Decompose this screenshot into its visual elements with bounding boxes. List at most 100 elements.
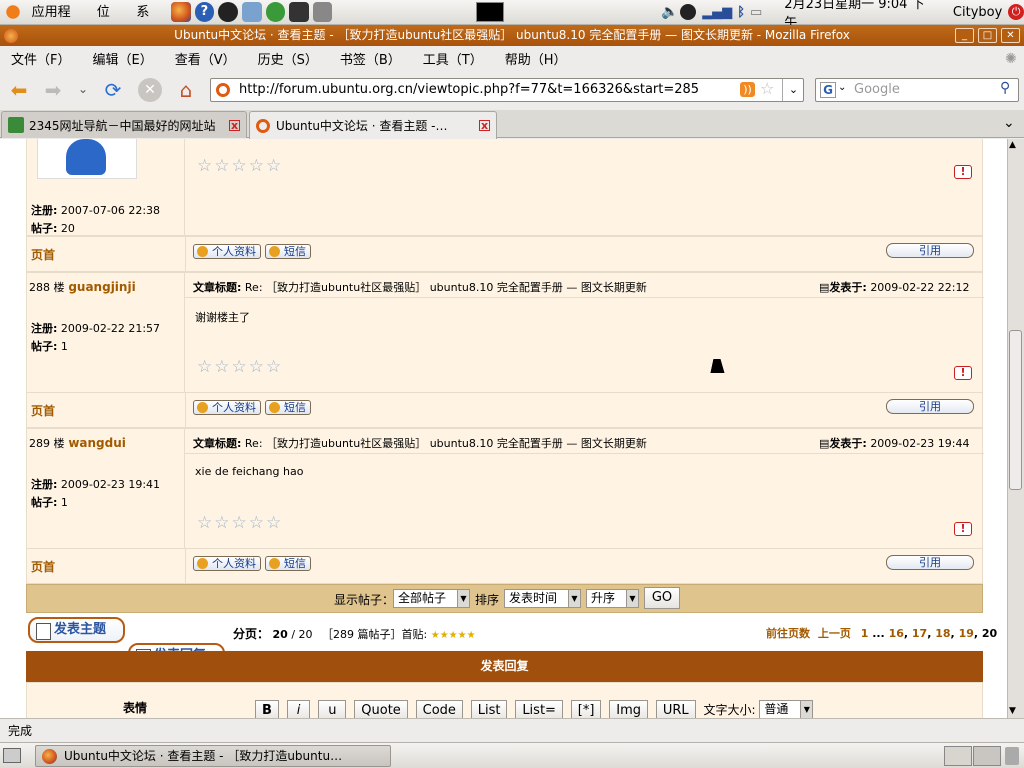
menu-applications[interactable]: 应用程序 xyxy=(25,0,90,45)
page-link-19[interactable]: 19 xyxy=(959,627,974,640)
menu-places[interactable]: 位置 xyxy=(90,0,130,45)
menu-tools[interactable]: 工具（T） xyxy=(412,49,494,68)
black-window-thumb[interactable] xyxy=(476,2,505,22)
browser-launcher-icon[interactable] xyxy=(265,2,286,22)
printer-icon[interactable]: ▭ xyxy=(750,5,762,20)
search-input[interactable]: Google xyxy=(854,82,900,97)
pm-button[interactable]: 短信 xyxy=(265,556,311,571)
workspace-switcher-blank[interactable] xyxy=(973,746,1001,766)
magnifier-icon[interactable]: ⚲ xyxy=(1000,80,1010,96)
menu-help[interactable]: 帮助（H） xyxy=(494,49,578,68)
tab-2345[interactable]: 2345网址导航－中国最好的网址站 x xyxy=(1,111,247,138)
new-topic-button[interactable]: 发表主题 xyxy=(28,617,125,643)
url-tag-button[interactable]: URL xyxy=(655,700,696,718)
maximize-button[interactable]: □ xyxy=(978,28,997,43)
scrollbar-thumb[interactable] xyxy=(1009,330,1022,490)
page-link-1[interactable]: 1 xyxy=(861,627,869,640)
avatar[interactable] xyxy=(37,139,137,179)
sort-select[interactable]: 发表时间 ▼ xyxy=(504,589,581,608)
code-tag-button[interactable]: Code xyxy=(415,700,463,718)
trash-icon[interactable] xyxy=(1005,747,1019,765)
font-size-select[interactable]: 普通 ▼ xyxy=(759,700,814,718)
menu-file[interactable]: 文件（F） xyxy=(0,49,81,68)
tab-close-icon[interactable]: x xyxy=(479,120,490,131)
volume-icon[interactable]: 🔈 xyxy=(661,4,678,20)
display-select[interactable]: 全部帖子 ▼ xyxy=(393,589,470,608)
bookmark-star-icon[interactable]: ☆ xyxy=(760,79,774,98)
firefox-launcher-icon[interactable] xyxy=(170,2,191,22)
history-dropdown-icon[interactable]: ⌄ xyxy=(78,82,88,96)
report-post-icon[interactable]: ! xyxy=(954,522,972,536)
top-link[interactable]: 页首 xyxy=(31,402,55,419)
order-select[interactable]: 升序 ▼ xyxy=(586,589,639,608)
window-menu-icon[interactable] xyxy=(4,29,18,43)
quote-tag-button[interactable]: Quote xyxy=(354,700,408,718)
underline-button[interactable]: u xyxy=(318,700,347,718)
quote-button[interactable]: 引用 xyxy=(886,243,974,258)
page-link-18[interactable]: 18 xyxy=(935,627,950,640)
scroll-up-arrow-icon[interactable]: ▲ xyxy=(1009,140,1016,150)
bold-button[interactable]: B xyxy=(255,700,279,718)
help-icon[interactable]: ? xyxy=(194,2,215,22)
taskbar-item-firefox[interactable]: Ubuntu中文论坛 · 查看主题 - ［致力打造ubuntu… xyxy=(35,745,391,767)
menu-view[interactable]: 查看（V） xyxy=(164,49,247,68)
network-signal-icon[interactable]: ▂▄▆ xyxy=(702,5,732,20)
ordered-list-tag-button[interactable]: List= xyxy=(515,700,563,718)
menu-edit[interactable]: 编辑（E） xyxy=(81,49,163,68)
reload-icon[interactable]: ⟳ xyxy=(98,75,128,105)
window-titlebar[interactable]: Ubuntu中文论坛 · 查看主题 - ［致力打造ubuntu社区最强贴］ ub… xyxy=(0,25,1024,46)
profile-button[interactable]: 个人资料 xyxy=(193,244,261,259)
report-post-icon[interactable]: ! xyxy=(954,165,972,179)
top-link[interactable]: 页首 xyxy=(31,558,55,575)
goto-page-label[interactable]: 前往页数 xyxy=(766,627,810,640)
close-window-button[interactable]: ✕ xyxy=(1001,28,1020,43)
search-engine-google-icon[interactable]: G xyxy=(820,82,836,98)
stop-icon[interactable]: ✕ xyxy=(138,78,162,102)
show-desktop-icon[interactable] xyxy=(3,748,21,763)
back-arrow-icon[interactable]: ⬅ xyxy=(4,75,34,105)
forward-arrow-icon[interactable]: ➡ xyxy=(38,75,68,105)
quote-button[interactable]: 引用 xyxy=(886,555,974,570)
search-box[interactable]: G ⌄ Google ⚲ xyxy=(815,78,1019,102)
list-tag-button[interactable]: List xyxy=(470,700,508,718)
page-link-16[interactable]: 16 xyxy=(889,627,904,640)
italic-button[interactable]: i xyxy=(286,700,311,718)
tab-close-icon[interactable]: x xyxy=(229,119,240,131)
home-icon[interactable]: ⌂ xyxy=(171,75,201,105)
top-link[interactable]: 页首 xyxy=(31,246,55,263)
scroll-down-arrow-icon[interactable]: ▼ xyxy=(1009,706,1016,716)
profile-button[interactable]: 个人资料 xyxy=(193,556,261,571)
report-post-icon[interactable]: ! xyxy=(954,366,972,380)
menu-system[interactable]: 系统 xyxy=(129,0,169,45)
username[interactable]: Cityboy xyxy=(953,5,1002,20)
qq-tray-icon[interactable] xyxy=(680,4,697,20)
url-dropdown-icon[interactable]: ⌄ xyxy=(782,79,804,101)
go-button[interactable]: GO xyxy=(644,587,680,609)
tab-list-icon[interactable]: ⌄ xyxy=(1003,115,1015,131)
messenger-icon[interactable] xyxy=(241,2,262,22)
menu-history[interactable]: 历史（S） xyxy=(247,49,329,68)
terminal-icon[interactable] xyxy=(289,2,309,22)
engine-dropdown-icon[interactable]: ⌄ xyxy=(838,82,846,93)
bluetooth-icon[interactable]: ᛒ xyxy=(737,5,745,20)
page-link-17[interactable]: 17 xyxy=(912,627,927,640)
qq-icon[interactable] xyxy=(218,2,238,22)
prev-page-link[interactable]: 上一页 xyxy=(818,627,851,640)
author-name[interactable]: wangdui xyxy=(68,436,126,450)
menu-bookmarks[interactable]: 书签（B） xyxy=(329,49,412,68)
quote-button[interactable]: 引用 xyxy=(886,399,974,414)
post-title[interactable]: Re: ［致力打造ubuntu社区最强贴］ ubuntu8.10 完全配置手册 … xyxy=(245,281,647,294)
url-text[interactable]: http://forum.ubuntu.org.cn/viewtopic.php… xyxy=(239,82,699,97)
url-bar[interactable]: http://forum.ubuntu.org.cn/viewtopic.php… xyxy=(210,78,804,102)
shutdown-icon[interactable]: ⏻ xyxy=(1008,4,1024,20)
tab-ubuntu-forum[interactable]: Ubuntu中文论坛 · 查看主题 -… x xyxy=(249,111,497,139)
img-tag-button[interactable]: Img xyxy=(609,700,648,718)
ubuntu-logo-icon[interactable] xyxy=(3,2,23,22)
pm-button[interactable]: 短信 xyxy=(265,400,311,415)
minimize-button[interactable]: _ xyxy=(955,28,974,43)
screenshot-icon[interactable] xyxy=(312,2,333,22)
rss-feed-icon[interactable]: )) xyxy=(740,82,755,97)
workspace-switcher-firefox-icon[interactable] xyxy=(944,746,972,766)
author-name[interactable]: guangjinji xyxy=(68,280,135,294)
profile-button[interactable]: 个人资料 xyxy=(193,400,261,415)
